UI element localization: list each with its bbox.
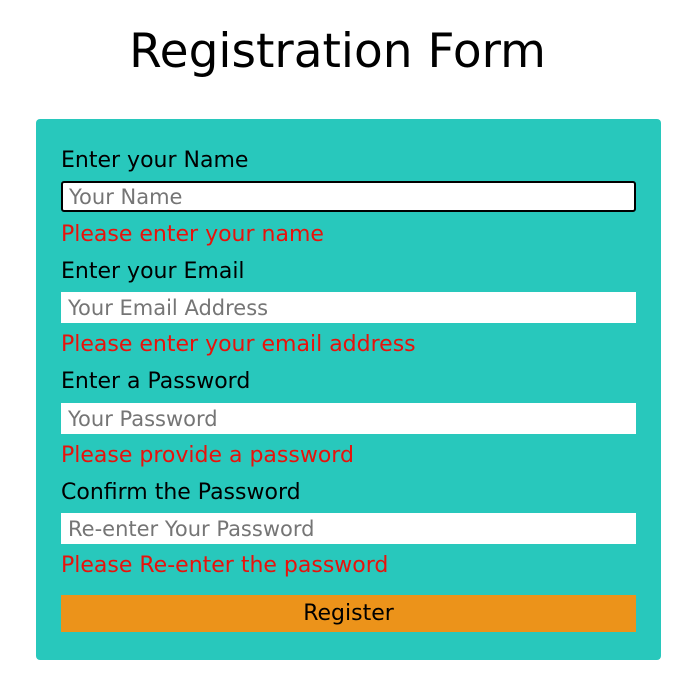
register-button[interactable]: Register xyxy=(61,595,636,632)
password-label: Enter a Password xyxy=(61,369,251,394)
password-input[interactable] xyxy=(61,403,636,434)
name-input[interactable] xyxy=(61,181,636,212)
name-error-message: Please enter your name xyxy=(61,222,324,247)
page-title: Registration Form xyxy=(129,24,546,79)
email-label: Enter your Email xyxy=(61,259,245,284)
confirm-password-label: Confirm the Password xyxy=(61,480,301,505)
email-input[interactable] xyxy=(61,292,636,323)
confirm-password-input[interactable] xyxy=(61,513,636,544)
email-error-message: Please enter your email address xyxy=(61,332,416,357)
registration-form: Enter your Name Please enter your name E… xyxy=(36,119,661,660)
name-label: Enter your Name xyxy=(61,148,249,173)
confirm-password-error-message: Please Re-enter the password xyxy=(61,553,389,578)
password-error-message: Please provide a password xyxy=(61,443,354,468)
